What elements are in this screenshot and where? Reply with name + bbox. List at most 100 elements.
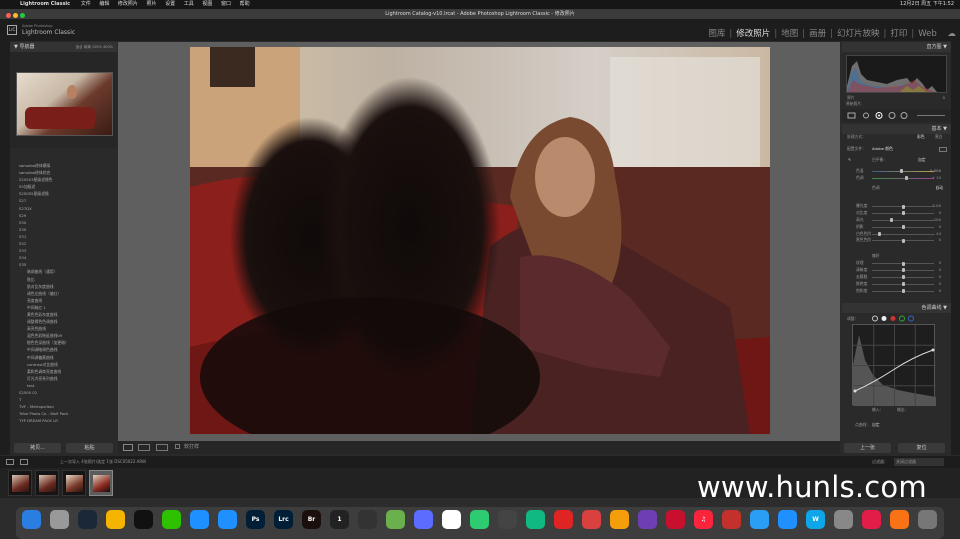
menu-view[interactable]: 视图 — [202, 1, 212, 7]
slider-knob[interactable] — [902, 282, 905, 287]
preset-folder-item[interactable]: S2500 02 — [10, 389, 117, 396]
menu-photo[interactable]: 照片 — [147, 1, 157, 7]
profile-value[interactable]: Adobe 颜色 — [872, 146, 893, 153]
menu-help[interactable]: 帮助 — [240, 1, 250, 7]
preset-folder-item[interactable]: 调整褐色色调曲线 — [10, 318, 117, 325]
preset-folder-item[interactable]: S29 — [10, 212, 117, 219]
slider-knob[interactable] — [902, 289, 905, 294]
second-window-icon[interactable] — [20, 459, 28, 465]
tone-auto[interactable]: 自动 — [935, 185, 943, 192]
netease-icon[interactable] — [666, 510, 685, 529]
module-develop[interactable]: 修改照片 — [736, 29, 770, 39]
record-icon[interactable] — [554, 510, 573, 529]
app-menu[interactable]: Lightroom Classic — [20, 1, 70, 7]
adobe-icon[interactable] — [862, 510, 881, 529]
module-print[interactable]: 打印 — [890, 29, 907, 39]
preset-folder-item[interactable]: TYP DREAM PACK LR — [10, 417, 117, 424]
eyedropper-icon[interactable]: ✎ — [848, 157, 851, 164]
preset-folder-item[interactable]: 柔和色调商亮度曲线 — [10, 368, 117, 375]
trash-icon[interactable] — [918, 510, 937, 529]
slider-knob[interactable] — [890, 218, 893, 223]
preset-folder-item[interactable]: S35 — [10, 261, 117, 268]
preset-folder-item[interactable]: contrast对比曲线 — [10, 361, 117, 368]
pixelmator-icon[interactable] — [386, 510, 405, 529]
menu-settings[interactable]: 设置 — [165, 1, 175, 7]
histogram[interactable] — [846, 55, 947, 93]
keynote-icon[interactable] — [610, 510, 629, 529]
tint-knob[interactable] — [905, 176, 908, 181]
preset-folder-item[interactable]: S27 — [10, 197, 117, 204]
navigator-thumbnail[interactable] — [16, 72, 113, 136]
slider-knob[interactable] — [902, 268, 905, 273]
slider-row[interactable]: 清晰度 0 — [842, 267, 951, 274]
tone-curve-graph[interactable] — [852, 324, 936, 406]
youtube-icon[interactable] — [722, 510, 741, 529]
slider-value[interactable]: 0 — [939, 288, 941, 295]
main-photo[interactable] — [190, 47, 770, 434]
slider-knob[interactable] — [902, 211, 905, 216]
film-thumb[interactable] — [62, 470, 86, 496]
preset-folder-item[interactable]: S32 — [10, 240, 117, 247]
qq-icon[interactable] — [134, 510, 153, 529]
slider-value[interactable]: 0 — [939, 267, 941, 274]
preset-folder-item[interactable]: S31 — [10, 233, 117, 240]
chrome-icon[interactable] — [106, 510, 125, 529]
slider-row[interactable]: 曝光度 0.00 — [842, 203, 951, 210]
finalcut-icon[interactable] — [498, 510, 517, 529]
preset-folder-item[interactable]: 温色色彩拖延曲线09 — [10, 332, 117, 339]
slider-row[interactable]: 阴影 0 — [842, 224, 951, 231]
left-edge[interactable] — [0, 41, 10, 455]
previous-button[interactable]: 上一张 — [844, 443, 891, 453]
preset-folder-item[interactable]: Tribe Photo Co - Wolf Pack — [10, 410, 117, 417]
w-icon[interactable]: W — [806, 510, 825, 529]
preset-folder-item[interactable]: TVF - Metropolitan — [10, 403, 117, 410]
slider-knob[interactable] — [902, 204, 905, 209]
prisma-icon[interactable] — [638, 510, 657, 529]
module-web[interactable]: Web — [918, 29, 937, 39]
safari-icon[interactable] — [218, 510, 237, 529]
launchpad-icon[interactable] — [50, 510, 69, 529]
slider-row[interactable]: 鲜艳度 0 — [842, 281, 951, 288]
zoom-window-icon[interactable] — [20, 13, 25, 18]
temp-value[interactable]: 5,686 — [930, 168, 941, 175]
qiyi-icon[interactable] — [526, 510, 545, 529]
channel-icons[interactable] — [872, 315, 917, 322]
slider-row[interactable]: 对比度 0 — [842, 210, 951, 217]
preset-folder-item[interactable]: 中间调偏黄曲线 — [10, 354, 117, 361]
slider-row[interactable]: 去朦胧 0 — [842, 274, 951, 281]
soft-proof-checkbox[interactable] — [175, 444, 180, 449]
preset-folder-item[interactable]: test — [10, 382, 117, 389]
minimize-window-icon[interactable] — [13, 13, 18, 18]
reset-button[interactable]: 复位 — [898, 443, 945, 453]
preset-folder-item[interactable]: S27DX — [10, 205, 117, 212]
menu-window[interactable]: 窗口 — [221, 1, 231, 7]
slider-value[interactable]: 0 — [939, 281, 941, 288]
wb-value[interactable]: 自定 — [918, 157, 926, 164]
slider-row[interactable]: 饱和度 0 — [842, 288, 951, 295]
slider-value[interactable]: 0 — [939, 224, 941, 231]
module-library[interactable]: 图库 — [708, 29, 725, 39]
music-icon[interactable]: ♫ — [694, 510, 713, 529]
finder-icon[interactable] — [22, 510, 41, 529]
slider-value[interactable]: 0 — [939, 210, 941, 217]
slider-knob[interactable] — [902, 261, 905, 266]
lines-icon[interactable] — [890, 510, 909, 529]
cloud-icon[interactable]: ☁ — [948, 29, 957, 39]
profile-browser-icon[interactable] — [939, 146, 947, 152]
paste-button[interactable]: 粘贴 — [66, 443, 113, 453]
right-edge[interactable] — [951, 41, 960, 455]
menu-tools[interactable]: 工具 — [184, 1, 194, 7]
preset-folder-item[interactable]: samolba修体综合 — [10, 169, 117, 176]
slider-track[interactable] — [872, 219, 934, 221]
preset-folder-item[interactable]: S34 — [10, 254, 117, 261]
navigator-preview[interactable] — [10, 52, 117, 148]
slider-value[interactable]: 0 — [939, 237, 941, 244]
menu-edit[interactable]: 编辑 — [99, 1, 109, 7]
preset-folder-item[interactable]: 灯光冷亮系列曲线 — [10, 375, 117, 382]
tone-curve-header[interactable]: 色调曲线 ▼ — [842, 303, 951, 313]
preset-folder-item[interactable]: 黄色色彩灰度曲线 — [10, 311, 117, 318]
maps-icon[interactable] — [750, 510, 769, 529]
slider-row[interactable]: 高光 - 100 — [842, 217, 951, 224]
preset-folder-item[interactable]: S30 — [10, 226, 117, 233]
obs-icon[interactable] — [358, 510, 377, 529]
